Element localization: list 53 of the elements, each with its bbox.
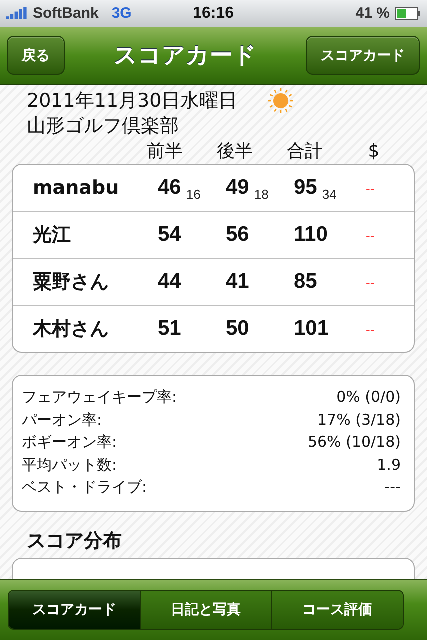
column-header: $ [367,140,381,162]
putt-count: 16 [186,187,201,202]
battery-icon [395,7,421,20]
score-cell: 46 [158,176,182,200]
player-name: manabu [33,177,120,199]
stat-value: --- [384,477,401,498]
money-cell: -- [366,180,375,196]
score-cell: 51 [158,317,182,341]
screen-title: スコアカード [114,42,257,71]
score-cell: 49 [226,176,250,200]
status-time: 16:16 [193,4,234,22]
carrier-name: SoftBank [33,5,99,22]
stat-value: 56% (10/18) [308,432,401,453]
signal-icon [6,6,28,20]
score-cell: 110 [294,223,328,247]
stat-value: 0% (0/0) [336,387,401,408]
score-cell: 50 [226,317,250,341]
player-name: 粟野さん [33,270,110,295]
column-header: 合計 [287,140,324,163]
stat-label: 平均パット数: [22,454,118,476]
score-cell: 41 [226,270,250,294]
putt-count: 18 [254,187,269,202]
player-name: 光江 [33,223,72,248]
battery-percent: 41 % [356,5,390,22]
stat-label: フェアウェイキープ率: [22,387,178,408]
score-cell: 85 [294,270,318,294]
score-cell: 54 [158,223,182,247]
column-header: 前半 [147,140,184,163]
score-cell: 56 [226,223,250,247]
stat-value: 1.9 [377,454,401,476]
money-cell: -- [366,322,375,336]
player-name: 木村さん [33,317,110,342]
network-type: 3G [112,5,132,22]
money-cell: -- [366,274,375,290]
putt-count: 34 [322,187,337,202]
section-heading: スコア分布 [27,528,123,554]
score-cell: 44 [158,270,182,294]
scorecard-button[interactable]: スコアカード [306,36,420,75]
course-name: 山形ゴルフ倶楽部 [26,114,180,138]
stat-label: パーオン率: [22,410,102,430]
back-button[interactable]: 戻る [7,36,65,75]
sun-icon [268,88,294,114]
score-cell: 101 [294,317,330,341]
score-cell: 95 [294,176,318,200]
stat-label: ボギーオン率: [22,432,118,453]
tab[interactable]: 日記と写真 [140,591,272,629]
column-header: 後半 [217,140,254,163]
stat-value: 17% (3/18) [318,410,401,430]
tab[interactable]: コース評価 [271,591,403,629]
money-cell: -- [366,228,375,242]
stat-label: ベスト・ドライブ: [22,477,148,498]
tab[interactable]: スコアカード [9,591,140,629]
round-date: 2011年11月30日水曜日 [27,89,238,114]
